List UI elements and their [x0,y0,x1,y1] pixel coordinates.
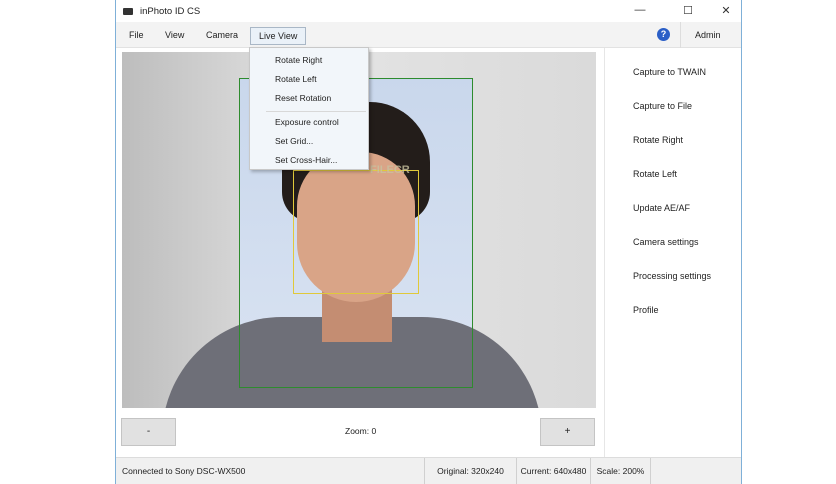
watermark: FILECR [370,164,410,176]
resize-grip[interactable] [650,458,742,484]
live-view-dropdown: Rotate Right Rotate Left Reset Rotation … [249,47,369,170]
title-bar: inPhoto ID CS — ☐ ✕ [116,0,741,22]
actions-panel: Capture to TWAIN Capture to File Rotate … [604,48,742,457]
menu-exposure-control[interactable]: Exposure control [275,117,339,127]
menu-bar: File View Camera Live View ? Admin [116,22,741,48]
close-button[interactable]: ✕ [716,4,736,18]
menu-camera[interactable]: Camera [198,27,246,45]
face-detection-box [293,170,419,294]
menu-set-cross-hair[interactable]: Set Cross-Hair... [275,155,337,165]
camera-settings-button[interactable]: Camera settings [633,237,699,247]
original-size: Original: 320x240 [424,458,516,484]
maximize-button[interactable]: ☐ [678,4,698,18]
current-size: Current: 640x480 [516,458,590,484]
minimize-button[interactable]: — [630,4,650,18]
zoom-in-button[interactable]: + [540,418,595,446]
menu-reset-rotation[interactable]: Reset Rotation [275,93,331,103]
menu-rotate-right[interactable]: Rotate Right [275,55,322,65]
processing-settings-button[interactable]: Processing settings [633,271,711,281]
rotate-left-button[interactable]: Rotate Left [633,169,677,179]
rotate-right-button[interactable]: Rotate Right [633,135,683,145]
menu-separator [266,111,366,112]
menu-set-grid[interactable]: Set Grid... [275,136,313,146]
app-icon [123,8,133,15]
menu-live-view[interactable]: Live View [250,27,307,45]
scale-value: Scale: 200% [590,458,650,484]
menu-view[interactable]: View [157,27,192,45]
capture-twain-button[interactable]: Capture to TWAIN [633,67,706,77]
zoom-label: Zoom: 0 [345,426,377,436]
window-title: inPhoto ID CS [140,6,201,17]
help-icon[interactable]: ? [657,28,670,41]
menu-file[interactable]: File [121,27,152,45]
menu-rotate-left[interactable]: Rotate Left [275,74,317,84]
admin-button[interactable]: Admin [680,22,735,48]
zoom-out-button[interactable]: - [121,418,176,446]
profile-button[interactable]: Profile [633,305,659,315]
connection-status: Connected to Sony DSC-WX500 [122,466,246,476]
capture-file-button[interactable]: Capture to File [633,101,692,111]
app-window: inPhoto ID CS — ☐ ✕ File View Camera Liv… [115,0,742,484]
status-bar: Connected to Sony DSC-WX500 Original: 32… [116,457,741,484]
update-ae-af-button[interactable]: Update AE/AF [633,203,690,213]
